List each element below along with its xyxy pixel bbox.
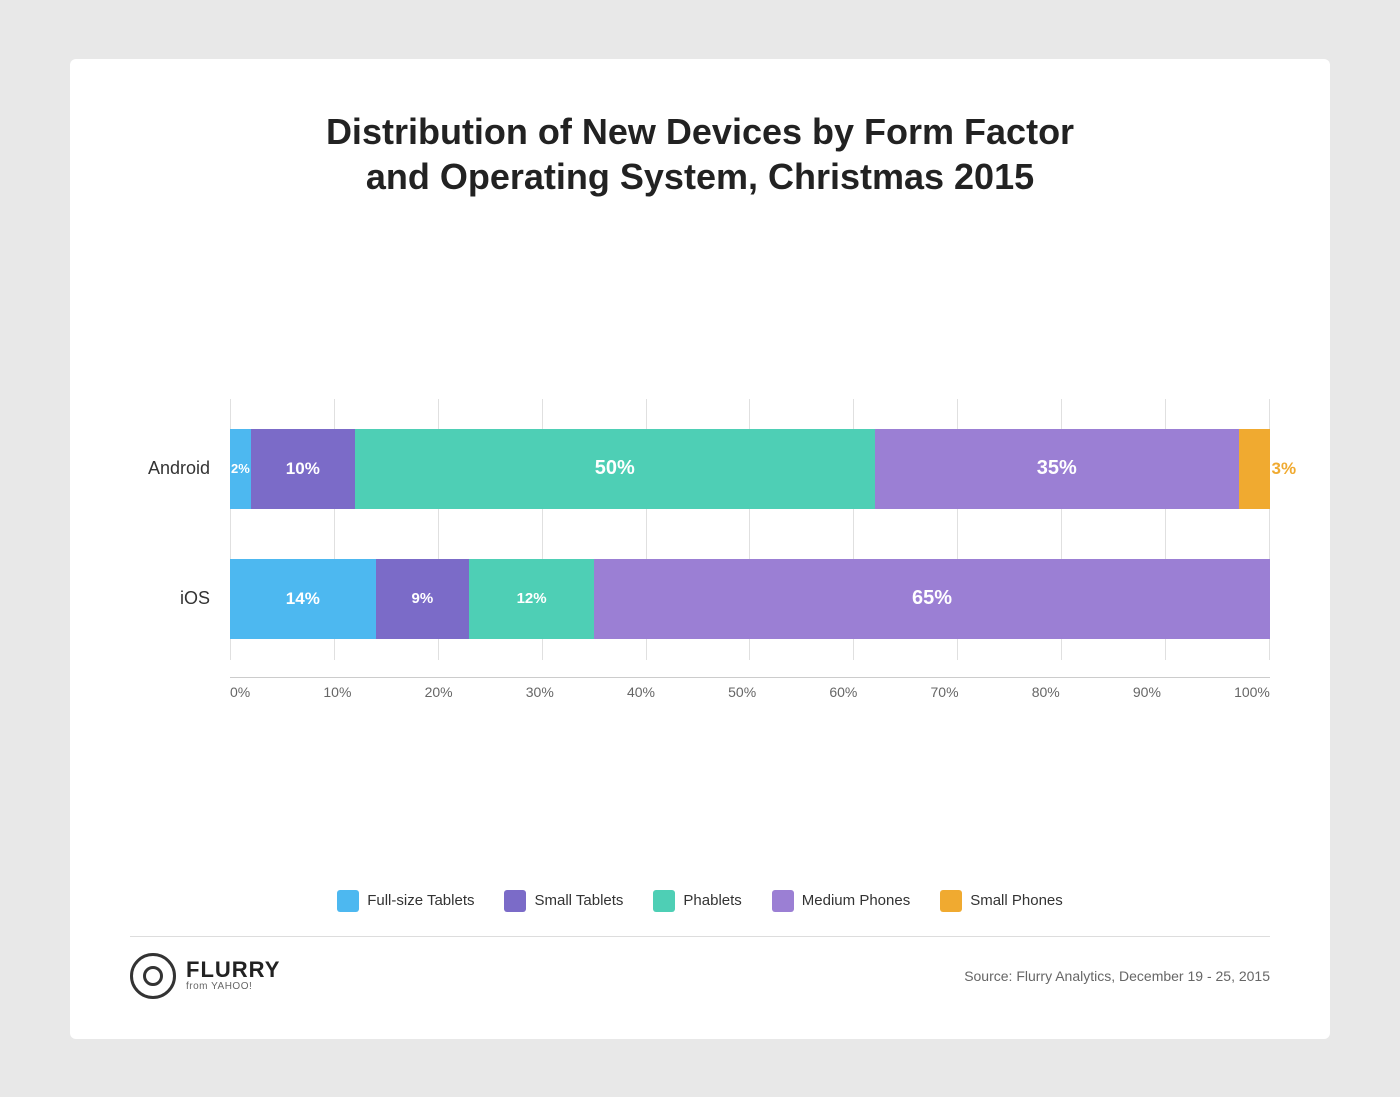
legend-full-size-tablets: Full-size Tablets [337,890,474,912]
legend-swatch-medium-phones [772,890,794,912]
x-axis: 0% 10% 20% 30% 40% 50% 60% 70% 80% 90% 1… [130,677,1270,700]
x-label-10: 10% [323,684,351,700]
footer: FLURRY from YAHOO! Source: Flurry Analyt… [130,936,1270,999]
android-phablets: 50% [355,429,875,509]
android-full-size-tablets: 2% [230,429,251,509]
legend-swatch-small-tablets [504,890,526,912]
flurry-logo: FLURRY from YAHOO! [130,953,280,999]
legend-label-small-phones: Small Phones [970,892,1063,909]
x-label-50: 50% [728,684,756,700]
legend-small-phones: Small Phones [940,890,1063,912]
x-label-40: 40% [627,684,655,700]
ios-small-tablets: 9% [376,559,470,639]
x-label-0: 0% [230,684,250,700]
android-medium-phones: 35% [875,429,1239,509]
android-label: Android [130,458,230,479]
legend-swatch-small-phones [940,890,962,912]
flurry-sub: from YAHOO! [186,981,280,992]
flurry-name: FLURRY [186,959,280,981]
ios-bar: 14% 9% 12% 65% [230,559,1270,639]
ios-full-size-tablets: 14% [230,559,376,639]
legend: Full-size Tablets Small Tablets Phablets… [130,890,1270,912]
legend-label-full-size-tablets: Full-size Tablets [367,892,474,909]
legend-label-medium-phones: Medium Phones [802,892,910,909]
ios-bar-row: iOS 14% 9% 12% 65% [130,559,1270,669]
android-small-tablets: 10% [251,429,355,509]
ios-label: iOS [130,588,230,609]
flurry-circle-icon [130,953,176,999]
legend-medium-phones: Medium Phones [772,890,910,912]
x-label-70: 70% [931,684,959,700]
legend-label-small-tablets: Small Tablets [534,892,623,909]
flurry-text: FLURRY from YAHOO! [186,959,280,992]
legend-phablets: Phablets [653,890,741,912]
legend-small-tablets: Small Tablets [504,890,623,912]
android-bar: 2% 10% 50% 35% 3% [230,429,1270,509]
ios-medium-phones: 65% [594,559,1270,639]
chart-card: Distribution of New Devices by Form Fact… [70,59,1330,1039]
chart-area: Android 2% 10% 50% 35% [130,229,1270,870]
source-text: Source: Flurry Analytics, December 19 - … [964,968,1270,984]
android-bar-row: Android 2% 10% 50% 35% [130,399,1270,539]
x-label-90: 90% [1133,684,1161,700]
x-label-100: 100% [1234,684,1270,700]
x-label-80: 80% [1032,684,1060,700]
legend-swatch-phablets [653,890,675,912]
legend-swatch-full-size-tablets [337,890,359,912]
chart-title: Distribution of New Devices by Form Fact… [130,109,1270,199]
android-small-phones: 3% [1239,429,1270,509]
flurry-inner-circle-icon [143,966,163,986]
x-label-30: 30% [526,684,554,700]
ios-phablets: 12% [469,559,594,639]
x-label-60: 60% [829,684,857,700]
x-label-20: 20% [425,684,453,700]
legend-label-phablets: Phablets [683,892,741,909]
x-axis-labels: 0% 10% 20% 30% 40% 50% 60% 70% 80% 90% 1… [230,677,1270,700]
